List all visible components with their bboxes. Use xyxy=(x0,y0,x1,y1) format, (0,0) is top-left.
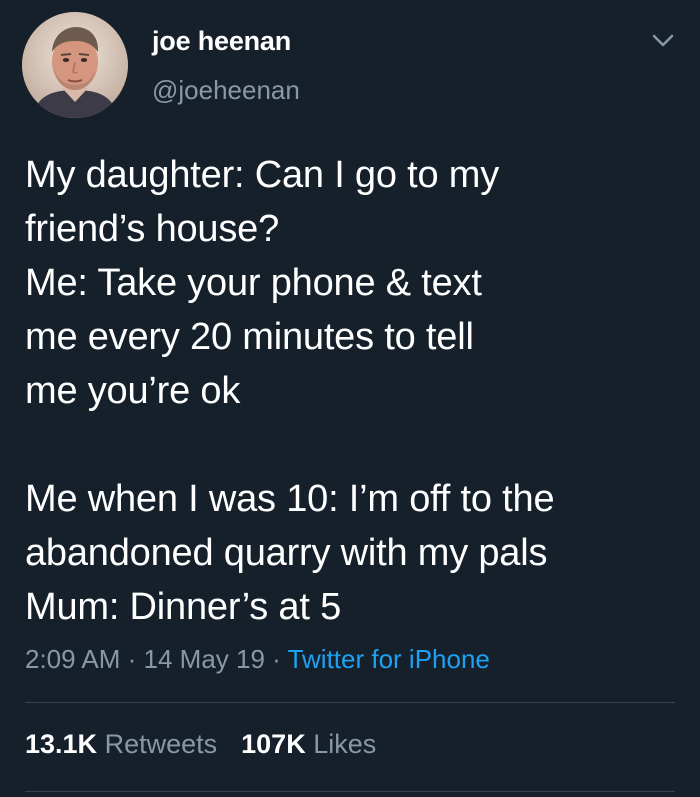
tweet-meta: 2:09 AM · 14 May 19 · Twitter for iPhone xyxy=(25,644,490,675)
tweet-stats: 13.1K Retweets 107K Likes xyxy=(25,729,376,760)
tweet-header: joe heenan @joeheenan xyxy=(0,0,700,130)
likes-label: Likes xyxy=(313,729,377,759)
profile-photo xyxy=(22,12,128,118)
meta-separator: · xyxy=(264,644,288,674)
tweet-text: My daughter: Can I go to my friend’s hou… xyxy=(25,154,555,628)
avatar[interactable] xyxy=(22,12,128,118)
retweets-count: 13.1K xyxy=(25,729,98,759)
likes-stat[interactable]: 107K Likes xyxy=(241,729,376,759)
divider xyxy=(25,702,675,703)
meta-separator: · xyxy=(120,644,144,674)
tweet-source-link[interactable]: Twitter for iPhone xyxy=(288,644,490,674)
retweets-stat[interactable]: 13.1K Retweets xyxy=(25,729,217,759)
user-handle[interactable]: @joeheenan xyxy=(152,75,300,106)
divider xyxy=(25,791,675,792)
retweets-label: Retweets xyxy=(104,729,218,759)
chevron-down-icon[interactable] xyxy=(650,30,676,50)
display-name[interactable]: joe heenan xyxy=(152,26,291,57)
likes-count: 107K xyxy=(241,729,306,759)
tweet-date[interactable]: 14 May 19 xyxy=(144,644,265,674)
tweet-time[interactable]: 2:09 AM xyxy=(25,644,120,674)
